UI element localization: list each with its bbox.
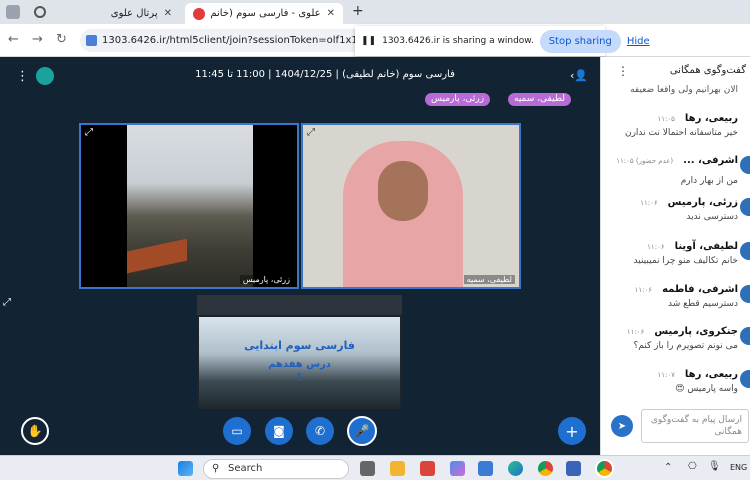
tab-portal[interactable]: ✕ پرتال علوی bbox=[60, 3, 180, 24]
chat-message: جنکروی، پارمیس۱۱:۰۶ می نونم تصویرم را با… bbox=[626, 326, 738, 351]
expand-icon[interactable]: ⤢ bbox=[3, 297, 11, 308]
expand-icon[interactable]: ⤢ bbox=[85, 127, 93, 138]
chat-message: اشرفی، ...(عدم حضور) ۱۱:۰۵ من از بهار دا… bbox=[616, 155, 738, 186]
reload-icon[interactable]: ↻ bbox=[56, 32, 67, 47]
chat-title: گفت‌وگوی همگانی bbox=[669, 65, 746, 76]
chat-message: زرئی، پارمیس۱۱:۰۶ دسترسی ندید bbox=[640, 197, 738, 222]
browser-menu-icon[interactable] bbox=[6, 5, 20, 19]
globe-icon[interactable] bbox=[34, 6, 46, 18]
screen-share-notice: ❚❚ 1303.6426.ir is sharing a window. Sto… bbox=[355, 26, 650, 56]
screen-share-view[interactable]: فارسی سوم ابتدایی درس هفدهم 1 bbox=[197, 295, 402, 409]
avatar bbox=[740, 198, 750, 216]
camera-button[interactable]: ◙ bbox=[265, 417, 293, 445]
file-explorer-icon[interactable] bbox=[390, 461, 405, 476]
video-tile-teacher[interactable]: ⤢ لطیفی، سمیه bbox=[301, 123, 521, 289]
tile-name: زرئی، پارمیس bbox=[239, 275, 293, 284]
chat-panel: ⋮ گفت‌وگوی همگانی الان بهرانیم ولی واقعا… bbox=[600, 57, 750, 455]
raise-hand-button[interactable]: ✋ bbox=[21, 417, 49, 445]
screen-share-button[interactable]: ▭ bbox=[223, 417, 251, 445]
tab-meeting[interactable]: ✕ علوی - فارسی سوم (خانم لطیفی) bbox=[185, 3, 343, 24]
meeting-title: فارسی سوم (خانم لطیفی) | 1404/12/25 | 11… bbox=[195, 69, 455, 80]
new-tab-button[interactable]: + bbox=[352, 3, 364, 19]
shared-window-toolbar bbox=[197, 295, 402, 315]
avatar bbox=[740, 285, 750, 303]
tile-name: لطیفی، سمیه bbox=[463, 275, 515, 284]
avatar bbox=[740, 242, 750, 260]
forward-icon[interactable]: → bbox=[32, 32, 43, 47]
copilot-icon[interactable] bbox=[450, 461, 465, 476]
microphone-button[interactable]: 🎤 bbox=[347, 416, 377, 446]
site-info-icon[interactable] bbox=[86, 35, 97, 46]
avatar bbox=[740, 370, 750, 388]
avatar bbox=[740, 156, 750, 174]
close-icon[interactable]: ✕ bbox=[164, 8, 172, 19]
kebab-menu-icon[interactable]: ⋮ bbox=[617, 64, 629, 78]
expand-icon[interactable]: ⤢ bbox=[307, 127, 315, 138]
plus-button[interactable]: + bbox=[558, 417, 586, 445]
back-icon[interactable]: ← bbox=[8, 32, 19, 47]
chrome-icon[interactable] bbox=[597, 461, 612, 476]
hide-button[interactable]: Hide bbox=[627, 36, 650, 47]
send-button[interactable]: ➤ bbox=[611, 415, 633, 437]
chat-message: اشرفی، فاطمه۱۱:۰۶ دسترسیم قطع شد bbox=[634, 284, 738, 309]
user-list-icon[interactable]: ‹👤 bbox=[570, 69, 588, 82]
chat-input[interactable]: ارسال پیام به گفت‌وگوی همگانی bbox=[641, 409, 749, 443]
meeting-area: ⋮ فارسی سوم (خانم لطیفی) | 1404/12/25 | … bbox=[0, 57, 600, 455]
chat-message: ربیعی، رها۱۱:۰۷ واسه پارمیس 😍 bbox=[657, 369, 739, 394]
close-icon[interactable]: ✕ bbox=[327, 8, 335, 19]
video-tile-student[interactable]: ⤢ زرئی، پارمیس bbox=[79, 123, 299, 289]
face-shape bbox=[378, 161, 428, 221]
microphone-icon[interactable]: 🎙 bbox=[708, 461, 721, 472]
search-icon: ⚲ bbox=[212, 463, 220, 474]
chat-message: ربیعی، رها۱۱:۰۵ خیر متاسفانه احتمالا نت … bbox=[624, 113, 738, 138]
chrome-icon[interactable] bbox=[538, 461, 553, 476]
taskbar-search[interactable]: ⚲ Search bbox=[203, 459, 349, 479]
store-icon[interactable] bbox=[478, 461, 493, 476]
phone-button[interactable]: ✆ bbox=[306, 417, 334, 445]
chat-top-text: الان بهرانیم ولی واقعا ضعیفه bbox=[630, 85, 738, 95]
url-input[interactable]: 1303.6426.ir/html5client/join?sessionTok… bbox=[80, 29, 370, 52]
windows-start-icon[interactable] bbox=[178, 461, 193, 476]
avatar bbox=[740, 327, 750, 345]
speaker-badge: زرئی، پارمیس bbox=[425, 93, 491, 106]
kebab-menu-icon[interactable]: ⋮ bbox=[16, 69, 29, 84]
slide-title: فارسی سوم ابتدایی bbox=[244, 339, 355, 352]
speaker-badge: لطیفی، سمیه bbox=[508, 93, 571, 106]
app-icon[interactable] bbox=[566, 461, 581, 476]
network-icon[interactable]: ⎔ bbox=[688, 461, 697, 472]
app-logo-icon[interactable] bbox=[36, 67, 54, 85]
recording-icon bbox=[193, 7, 205, 20]
chevron-up-icon[interactable]: ⌃ bbox=[664, 462, 672, 473]
language-indicator[interactable]: ENG bbox=[730, 463, 747, 472]
pause-icon: ❚❚ bbox=[361, 36, 377, 46]
slide-subtitle: درس هفدهم bbox=[268, 359, 331, 370]
taskbar: ⚲ Search ⌃ ⎔ 🎙 ENG bbox=[0, 455, 750, 480]
edge-icon[interactable] bbox=[508, 461, 523, 476]
chat-message: لطیفی، آوینا۱۱:۰۶ خانم تکالیف منو چرا نم… bbox=[633, 241, 738, 266]
browser-tab-bar: ✕ پرتال علوی ✕ علوی - فارسی سوم (خانم لط… bbox=[0, 0, 750, 24]
slide-number: 1 bbox=[296, 372, 303, 383]
stop-sharing-button[interactable]: Stop sharing bbox=[539, 29, 621, 53]
app-icon[interactable] bbox=[420, 461, 435, 476]
task-view-icon[interactable] bbox=[360, 461, 375, 476]
